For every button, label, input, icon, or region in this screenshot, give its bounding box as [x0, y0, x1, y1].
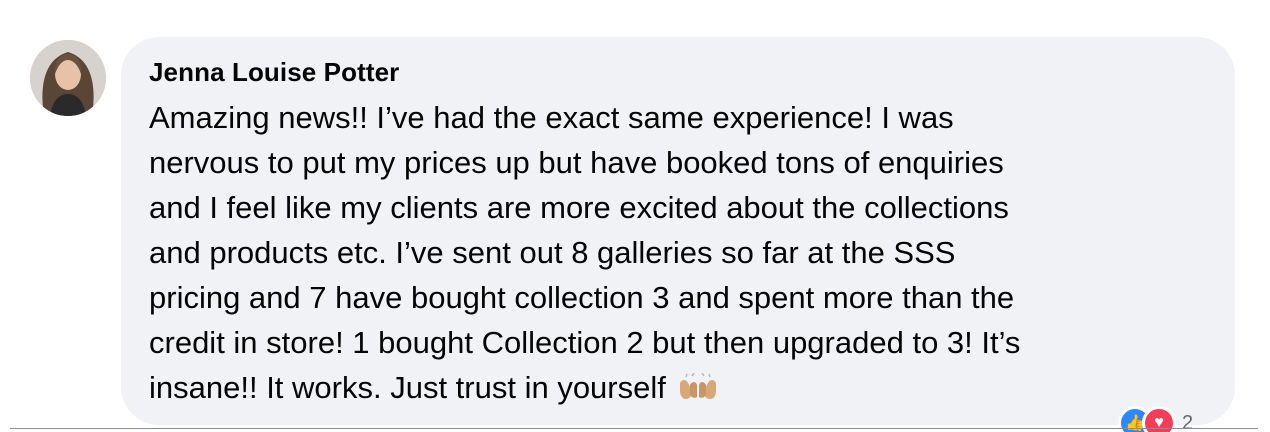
comment-line: credit in store! 1 bought Collection 2 b… [149, 325, 1021, 360]
comment-line: and products etc. I’ve sent out 8 galler… [149, 235, 956, 270]
comment-line-text: insane!! It works. Just trust in yoursel… [149, 370, 666, 405]
avatar-photo [30, 40, 106, 116]
avatar[interactable] [30, 40, 106, 116]
comment-line: nervous to put my prices up but have boo… [149, 145, 1004, 180]
raising-hands-emoji [678, 368, 718, 399]
comment-text: Amazing news!! I’ve had the exact same e… [149, 95, 1207, 410]
comment-line: pricing and 7 have bought collection 3 a… [149, 280, 1015, 315]
comment-bubble: Jenna Louise Potter Amazing news!! I’ve … [121, 37, 1235, 425]
divider [10, 428, 1258, 429]
comment-thread: Jenna Louise Potter Amazing news!! I’ve … [0, 0, 1270, 432]
comment-author[interactable]: Jenna Louise Potter [149, 55, 1207, 89]
comment-line-last: insane!! It works. Just trust in yoursel… [149, 365, 1207, 410]
comment-line: Amazing news!! I’ve had the exact same e… [149, 100, 954, 135]
comment-line: and I feel like my clients are more exci… [149, 190, 1009, 225]
